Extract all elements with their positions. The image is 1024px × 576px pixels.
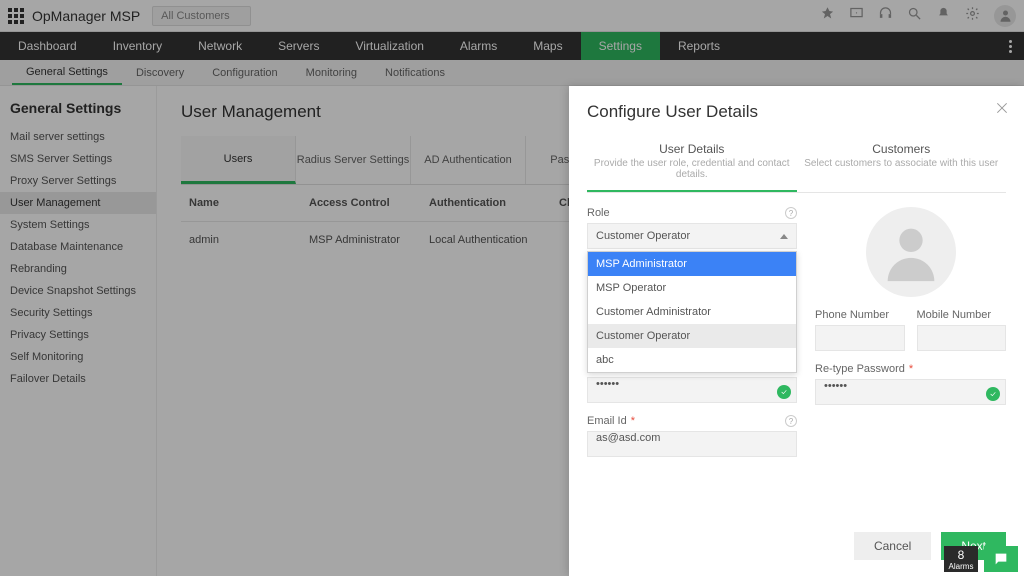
role-option[interactable]: Customer Operator [588,324,796,348]
panel-tab-details-title: User Details [591,142,793,156]
check-ok-icon [986,387,1000,401]
panel-tab-details[interactable]: User Details Provide the user role, cred… [587,136,797,192]
mobile-label: Mobile Number [917,309,992,321]
close-icon[interactable] [994,100,1010,121]
email-label: Email Id [587,415,627,427]
role-select[interactable]: Customer Operator [587,223,797,249]
role-field: Role? Customer Operator MSP Administrato… [587,207,797,249]
email-field: Email Id*? as@asd.com [587,415,797,457]
role-option[interactable]: Customer Administrator [588,300,796,324]
mobile-input[interactable] [917,325,1007,351]
panel-tab-customers-desc: Select customers to associate with this … [801,158,1003,169]
help-icon[interactable]: ? [785,415,797,427]
check-ok-icon [777,385,791,399]
password-input[interactable]: •••••• [587,377,797,403]
panel-tab-customers[interactable]: Customers Select customers to associate … [797,136,1007,192]
help-icon[interactable]: ? [785,207,797,219]
alarm-count: 8 [958,548,965,562]
alarm-widget[interactable]: 8 Alarms [944,546,978,572]
retype-field: Re-type Password* •••••• [815,363,1006,405]
role-option[interactable]: MSP Operator [588,276,796,300]
role-option[interactable]: abc [588,348,796,372]
panel-tab-details-desc: Provide the user role, credential and co… [591,158,793,180]
alarm-label: Alarms [949,562,974,571]
role-dropdown: MSP Administrator MSP Operator Customer … [587,251,797,373]
retype-label: Re-type Password [815,363,905,375]
retype-input[interactable]: •••••• [815,379,1006,405]
panel-title: Configure User Details [587,102,1006,122]
role-value: Customer Operator [596,230,690,242]
chat-widget[interactable] [984,546,1018,572]
panel-tab-customers-title: Customers [801,142,1003,156]
role-option[interactable]: MSP Administrator [588,252,796,276]
email-input[interactable]: as@asd.com [587,431,797,457]
phone-input[interactable] [815,325,905,351]
configure-user-panel: Configure User Details User Details Prov… [569,86,1024,576]
cancel-button[interactable]: Cancel [854,532,931,560]
chevron-up-icon [780,234,788,239]
role-label: Role [587,207,610,219]
phone-label: Phone Number [815,309,889,321]
user-photo-placeholder[interactable] [866,207,956,297]
